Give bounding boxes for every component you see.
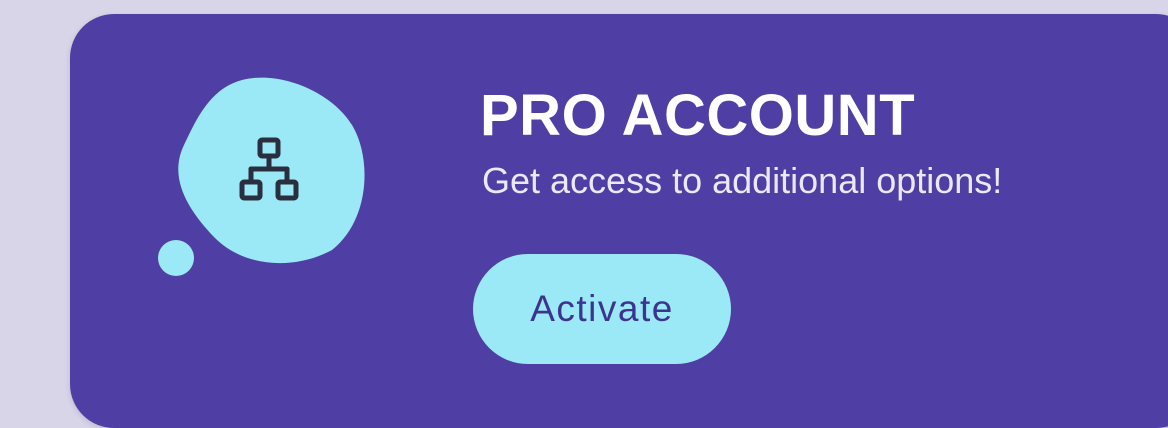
card-title: PRO ACCOUNT xyxy=(480,83,916,148)
pro-account-illustration xyxy=(150,70,380,290)
blob-dot xyxy=(158,240,194,276)
card-subtitle: Get access to additional options! xyxy=(482,160,1003,201)
activate-button[interactable]: Activate xyxy=(473,254,731,364)
card-content: PRO ACCOUNT Get access to additional opt… xyxy=(480,84,1002,202)
blob-illustration xyxy=(158,77,365,276)
